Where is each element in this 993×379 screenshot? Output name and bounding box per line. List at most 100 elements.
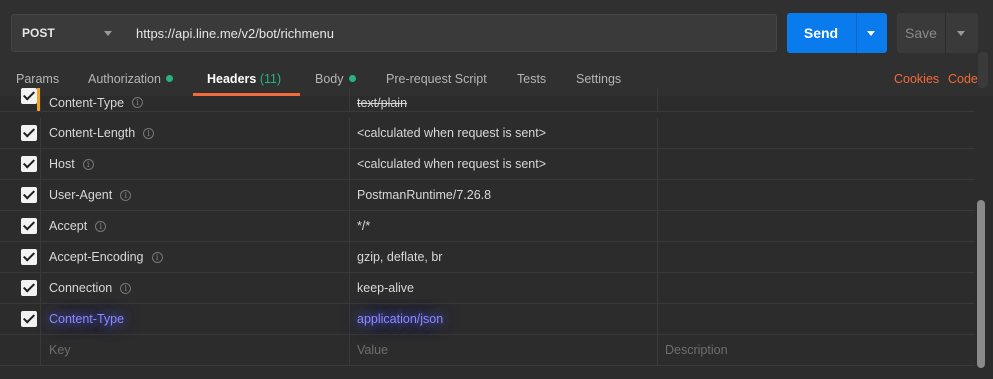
header-value[interactable]: application/json	[350, 304, 658, 334]
table-row: Content-Length i <calculated when request…	[0, 118, 975, 149]
key-text: Accept	[49, 219, 88, 233]
header-value[interactable]: gzip, deflate, br	[350, 242, 658, 272]
value-text: <calculated when request is sent>	[357, 126, 547, 140]
row-check-cell	[0, 149, 41, 179]
checkbox[interactable]	[21, 249, 37, 265]
info-icon[interactable]: i	[120, 282, 132, 294]
tab-label: Authorization	[88, 72, 161, 86]
save-label: Save	[905, 25, 937, 41]
new-description-input[interactable]: Description	[658, 335, 975, 365]
header-description[interactable]	[658, 88, 975, 111]
tab-label: Pre-request Script	[386, 72, 487, 86]
info-icon[interactable]: i	[143, 127, 155, 139]
value-placeholder: Value	[357, 343, 389, 357]
table-row: Content-Type application/json	[0, 304, 975, 335]
header-key[interactable]: Content-Type i	[41, 88, 350, 111]
key-text: Accept-Encoding	[49, 250, 144, 264]
request-bar: POST https://api.line.me/v2/bot/richmenu…	[0, 0, 993, 66]
header-key[interactable]: Accept i	[41, 211, 350, 241]
header-key[interactable]: User-Agent i	[41, 180, 350, 210]
checkbox[interactable]	[21, 88, 37, 104]
save-options-icon[interactable]	[957, 31, 965, 36]
save-button[interactable]: Save	[897, 13, 978, 53]
header-value[interactable]: PostmanRuntime/7.26.8	[350, 180, 658, 210]
url-input[interactable]: https://api.line.me/v2/bot/richmenu	[126, 14, 777, 52]
value-text: */*	[357, 219, 371, 233]
value-text: text/plain	[357, 95, 408, 110]
info-icon[interactable]: i	[120, 189, 132, 201]
key-text: User-Agent	[49, 188, 113, 202]
checkbox[interactable]	[21, 280, 37, 296]
save-divider	[945, 13, 946, 53]
header-description[interactable]	[658, 304, 975, 334]
key-text: Content-Type	[49, 312, 125, 326]
header-description[interactable]	[658, 242, 975, 272]
header-description[interactable]	[658, 273, 975, 303]
info-icon[interactable]: i	[82, 158, 94, 170]
key-text: Host	[49, 157, 75, 171]
send-options-icon[interactable]	[867, 31, 875, 36]
new-header-row: Key Value Description	[0, 335, 975, 366]
key-text: Content-Length	[49, 126, 136, 140]
row-check-cell	[0, 242, 41, 272]
checkbox[interactable]	[21, 218, 37, 234]
tab-label: Body	[315, 72, 344, 86]
row-check-cell	[0, 273, 41, 303]
table-row: User-Agent i PostmanRuntime/7.26.8	[0, 180, 975, 211]
value-text: PostmanRuntime/7.26.8	[357, 188, 492, 202]
send-button[interactable]: Send	[787, 13, 887, 53]
headers-table: Content-Type i text/plain Content-Length i…	[0, 88, 975, 379]
header-key[interactable]: Accept-Encoding i	[41, 242, 350, 272]
code-link[interactable]: Code	[948, 72, 978, 86]
new-key-input[interactable]: Key	[41, 335, 350, 365]
row-accent-bar	[37, 88, 40, 111]
header-value[interactable]: <calculated when request is sent>	[350, 118, 658, 148]
checkbox[interactable]	[21, 311, 37, 327]
method-label: POST	[22, 26, 55, 40]
info-icon[interactable]: i	[132, 97, 144, 108]
tab-count: (11)	[259, 72, 282, 86]
info-icon[interactable]: i	[95, 220, 107, 232]
send-divider	[856, 13, 857, 53]
table-row: Content-Type i text/plain	[0, 88, 975, 112]
scrollbar[interactable]	[975, 96, 993, 379]
scrollbar-thumb[interactable]	[977, 200, 985, 368]
header-description[interactable]	[658, 118, 975, 148]
header-description[interactable]	[658, 211, 975, 241]
table-row: Accept i */*	[0, 211, 975, 242]
header-key[interactable]: Content-Type	[41, 304, 350, 334]
tab-label: Headers	[207, 72, 257, 86]
value-text: <calculated when request is sent>	[357, 157, 547, 171]
tab-label: Tests	[517, 72, 547, 86]
header-value[interactable]: text/plain	[350, 88, 658, 111]
header-value[interactable]: */*	[350, 211, 658, 241]
table-row: Accept-Encoding i gzip, deflate, br	[0, 242, 975, 273]
value-text: keep-alive	[357, 281, 414, 295]
checkbox[interactable]	[21, 125, 37, 141]
method-select[interactable]: POST	[11, 14, 127, 52]
key-text: Content-Type	[49, 95, 125, 110]
new-value-input[interactable]: Value	[350, 335, 658, 365]
tab-label: Params	[16, 72, 60, 86]
top-scrollbar-thumb[interactable]	[978, 52, 988, 88]
value-text: gzip, deflate, br	[357, 250, 443, 264]
header-value[interactable]: <calculated when request is sent>	[350, 149, 658, 179]
checkbox[interactable]	[21, 187, 37, 203]
row-check-cell	[0, 88, 41, 111]
header-key[interactable]: Host i	[41, 149, 350, 179]
checkbox[interactable]	[21, 156, 37, 172]
info-icon[interactable]: i	[151, 251, 163, 263]
cookies-link[interactable]: Cookies	[894, 72, 939, 86]
header-description[interactable]	[658, 149, 975, 179]
header-key[interactable]: Connection i	[41, 273, 350, 303]
key-text: Connection	[49, 281, 113, 295]
value-text: application/json	[357, 312, 444, 326]
row-check-cell	[0, 118, 41, 148]
header-value[interactable]: keep-alive	[350, 273, 658, 303]
key-placeholder: Key	[49, 343, 71, 357]
status-dot-icon	[348, 75, 356, 82]
header-description[interactable]	[658, 180, 975, 210]
url-text: https://api.line.me/v2/bot/richmenu	[136, 25, 334, 41]
header-key[interactable]: Content-Length i	[41, 118, 350, 148]
description-placeholder: Description	[665, 343, 728, 357]
